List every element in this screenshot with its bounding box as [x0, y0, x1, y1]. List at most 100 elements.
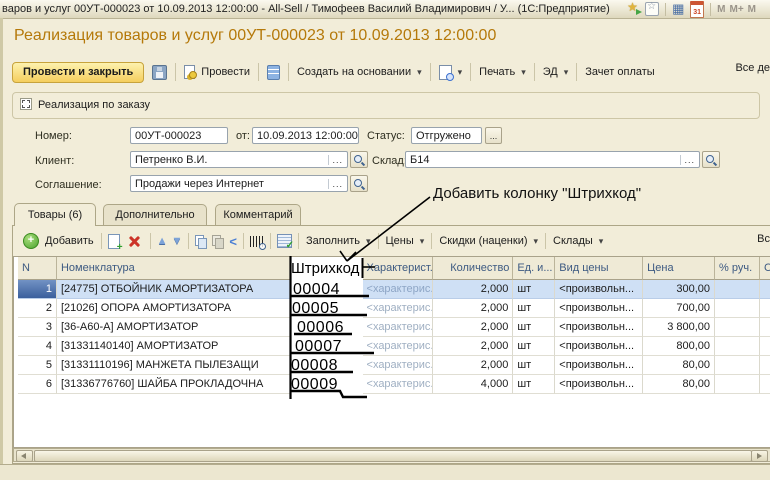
status-input[interactable]: Отгружено: [411, 127, 482, 144]
cell-price[interactable]: 80,00: [643, 375, 715, 394]
barcode-scan-icon[interactable]: [250, 236, 264, 247]
cell-unit[interactable]: шт: [513, 318, 555, 337]
post-button[interactable]: Провести: [181, 63, 253, 81]
table-row[interactable]: 4 [31331140140] АМОРТИЗАТОР <характерис.…: [18, 337, 770, 356]
header-unit[interactable]: Ед. и...: [513, 257, 555, 280]
cell-price-kind[interactable]: <произвольн...: [555, 375, 643, 394]
check-fill-icon[interactable]: [277, 234, 292, 248]
cell-discount[interactable]: [760, 299, 770, 318]
warehouse-search-button[interactable]: [702, 151, 720, 168]
horizontal-scrollbar[interactable]: [13, 448, 770, 462]
client-input[interactable]: Петренко В.И. ...: [130, 151, 348, 168]
post-and-close-button[interactable]: Провести и закрыть: [12, 62, 144, 83]
cell-manual-pct[interactable]: [715, 299, 760, 318]
date-picker-icon[interactable]: [358, 129, 359, 142]
cell-characteristic[interactable]: <характерис...: [363, 356, 434, 375]
cell-discount[interactable]: [760, 375, 770, 394]
header-characteristic[interactable]: Характерист...: [363, 257, 434, 280]
scroll-right-button[interactable]: [751, 450, 768, 462]
agreement-select-button[interactable]: ...: [328, 179, 343, 189]
table-all-actions-button[interactable]: Вс: [757, 233, 770, 245]
copy-row-icon[interactable]: [108, 234, 120, 249]
delete-row-icon[interactable]: [128, 235, 140, 247]
cell-unit[interactable]: шт: [513, 299, 555, 318]
cell-manual-pct[interactable]: [715, 318, 760, 337]
cell-price[interactable]: 3 800,00: [643, 318, 715, 337]
warehouse-select-button[interactable]: ...: [680, 155, 695, 165]
calendar-icon[interactable]: [690, 1, 704, 18]
move-up-icon[interactable]: ▲: [157, 235, 168, 247]
document-journal-button[interactable]: [436, 63, 466, 82]
cell-n[interactable]: 3: [18, 318, 57, 337]
table-row[interactable]: 5 [31331110196] МАНЖЕТА ПЫЛЕЗАЩИ <характ…: [18, 356, 770, 375]
cell-quantity[interactable]: 2,000: [433, 299, 513, 318]
table-row[interactable]: 1 [24775] ОТБОЙНИК АМОРТИЗАТОРА <характе…: [18, 280, 770, 299]
copy-icon[interactable]: [195, 235, 208, 248]
fill-menu-button[interactable]: Заполнить: [303, 233, 374, 249]
cell-characteristic[interactable]: <характерис...: [363, 299, 434, 318]
memory-mplus-button[interactable]: M+: [729, 4, 743, 15]
cell-quantity[interactable]: 2,000: [433, 337, 513, 356]
cell-discount[interactable]: [760, 318, 770, 337]
client-search-button[interactable]: [350, 151, 368, 168]
cell-price-kind[interactable]: <произвольн...: [555, 299, 643, 318]
number-input[interactable]: 00УТ-000023: [130, 127, 228, 144]
cell-manual-pct[interactable]: [715, 375, 760, 394]
cell-quantity[interactable]: 2,000: [433, 356, 513, 375]
favorites-icon[interactable]: [645, 2, 659, 16]
paste-icon[interactable]: [212, 235, 225, 248]
register-records-button[interactable]: [264, 63, 283, 82]
discounts-menu-button[interactable]: Скидки (наценки): [436, 233, 541, 249]
save-button[interactable]: [149, 63, 170, 82]
all-actions-button[interactable]: Все де: [735, 62, 770, 74]
agreement-search-button[interactable]: [350, 175, 368, 192]
cell-price[interactable]: 800,00: [643, 337, 715, 356]
cell-characteristic[interactable]: <характерис...: [363, 375, 434, 394]
header-price-kind[interactable]: Вид цены: [555, 257, 643, 280]
calculator-icon[interactable]: [672, 2, 686, 16]
add-favorite-icon[interactable]: [627, 2, 641, 16]
cell-price[interactable]: 300,00: [643, 280, 715, 299]
print-button[interactable]: Печать: [476, 64, 529, 80]
cell-unit[interactable]: шт: [513, 356, 555, 375]
table-row[interactable]: 2 [21026] ОПОРА АМОРТИЗАТОРА <характерис…: [18, 299, 770, 318]
order-checkbox[interactable]: [20, 98, 32, 110]
cell-discount[interactable]: [760, 280, 770, 299]
cell-price[interactable]: 80,00: [643, 356, 715, 375]
warehouses-menu-button[interactable]: Склады: [550, 233, 606, 249]
table-row[interactable]: 6 [31336776760] ШАЙБА ПРОКЛАДОЧНА <харак…: [18, 375, 770, 394]
cell-characteristic[interactable]: <характерис...: [363, 280, 434, 299]
warehouse-input[interactable]: Б14 ...: [405, 151, 700, 168]
tab-comment[interactable]: Комментарий: [215, 204, 301, 225]
share-icon[interactable]: <: [229, 235, 237, 248]
cell-unit[interactable]: шт: [513, 337, 555, 356]
cell-n[interactable]: 6: [18, 375, 57, 394]
cell-characteristic[interactable]: <характерис...: [363, 337, 434, 356]
cell-characteristic[interactable]: <характерис...: [363, 318, 434, 337]
header-manual-pct[interactable]: % руч.: [715, 257, 760, 280]
cell-quantity[interactable]: 4,000: [433, 375, 513, 394]
cell-manual-pct[interactable]: [715, 280, 760, 299]
header-n[interactable]: N: [18, 257, 57, 280]
cell-price-kind[interactable]: <произвольн...: [555, 356, 643, 375]
create-based-on-button[interactable]: Создать на основании: [294, 64, 425, 80]
cell-price-kind[interactable]: <произвольн...: [555, 280, 643, 299]
prices-menu-button[interactable]: Цены: [383, 233, 428, 249]
cell-unit[interactable]: шт: [513, 280, 555, 299]
agreement-input[interactable]: Продажи через Интернет ...: [130, 175, 348, 192]
ed-button[interactable]: ЭД: [540, 64, 572, 80]
cell-price[interactable]: 700,00: [643, 299, 715, 318]
status-select-button[interactable]: ...: [485, 127, 502, 144]
cell-n[interactable]: 1: [18, 280, 57, 299]
date-input[interactable]: 10.09.2013 12:00:00: [252, 127, 359, 144]
tab-goods[interactable]: Товары (6): [14, 203, 96, 226]
cell-price-kind[interactable]: <произвольн...: [555, 337, 643, 356]
cell-quantity[interactable]: 2,000: [433, 280, 513, 299]
cell-n[interactable]: 2: [18, 299, 57, 318]
cell-discount[interactable]: [760, 337, 770, 356]
cell-manual-pct[interactable]: [715, 337, 760, 356]
scrollbar-thumb[interactable]: [34, 450, 752, 462]
client-select-button[interactable]: ...: [328, 155, 343, 165]
scroll-left-button[interactable]: [16, 450, 33, 462]
cell-manual-pct[interactable]: [715, 356, 760, 375]
